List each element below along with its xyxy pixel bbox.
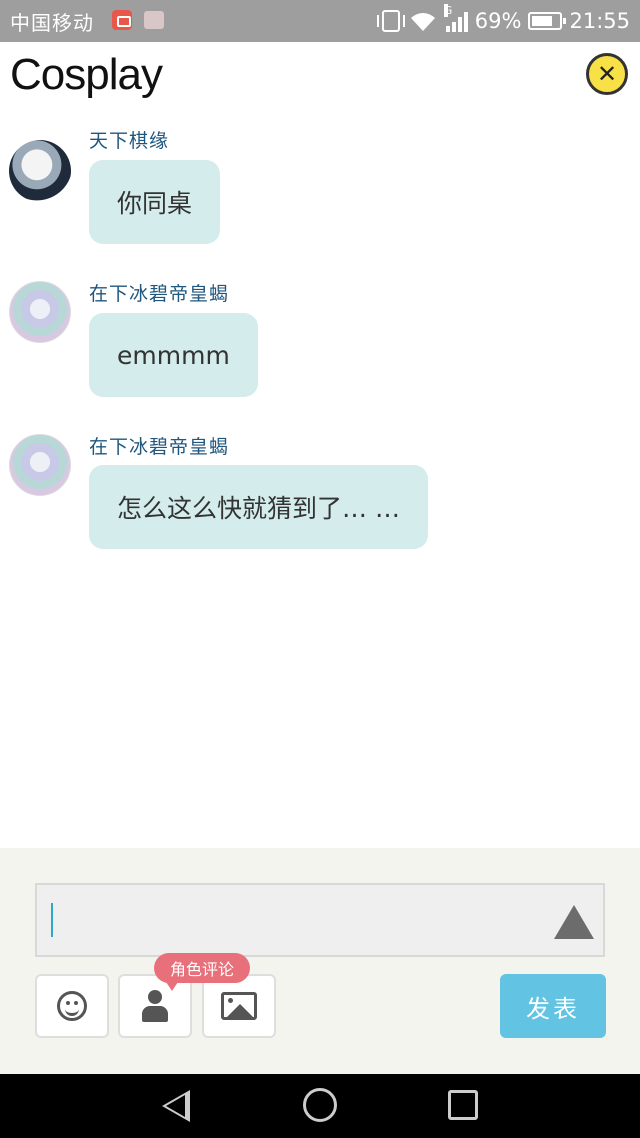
role-comment-button[interactable]	[118, 974, 192, 1038]
home-icon[interactable]	[303, 1088, 337, 1122]
wifi-icon	[410, 13, 435, 31]
sender-name[interactable]: 在下冰碧帝皇蝎	[89, 279, 229, 306]
carrier-label: 中国移动	[10, 11, 94, 35]
message-bubble[interactable]: 怎么这么快就猜到了… …	[89, 465, 428, 549]
signal-icon: G	[443, 4, 468, 32]
sender-name[interactable]: 天下棋缘	[89, 126, 169, 153]
status-indicators: G 69% 21:55	[376, 4, 630, 36]
role-comment-tooltip: 角色评论	[154, 953, 250, 991]
person-icon	[142, 990, 168, 1022]
image-icon	[221, 992, 257, 1020]
status-bar: 中国移动 G 69% 21:55	[0, 0, 640, 42]
message-input[interactable]	[35, 883, 605, 957]
sender-name[interactable]: 在下冰碧帝皇蝎	[89, 432, 229, 459]
chat-area[interactable]: 天下棋缘 你同桌 在下冰碧帝皇蝎 emmmm 在下冰碧帝皇蝎 怎么这么快就猜到了…	[0, 108, 640, 848]
avatar[interactable]	[9, 281, 71, 343]
battery-icon	[528, 12, 567, 30]
emoji-icon	[57, 991, 87, 1021]
image-button[interactable]	[202, 974, 276, 1038]
close-icon: ✕	[596, 60, 618, 88]
expand-icon[interactable]	[554, 905, 594, 939]
message-bubble[interactable]: emmmm	[89, 313, 258, 397]
close-button[interactable]: ✕	[586, 53, 628, 95]
app-header: Cosplay ✕	[0, 42, 640, 108]
send-button[interactable]: 发表	[500, 974, 606, 1038]
navigation-bar	[0, 1074, 640, 1138]
notification-icon	[112, 10, 132, 30]
avatar[interactable]	[9, 434, 71, 496]
back-icon[interactable]	[162, 1090, 190, 1122]
battery-percent: 69%	[474, 9, 522, 33]
message-bubble[interactable]: 你同桌	[89, 160, 221, 244]
composer-panel: 角色评论 发表	[0, 848, 640, 1074]
recent-apps-icon[interactable]	[448, 1090, 478, 1120]
page-title: Cosplay	[10, 50, 163, 99]
vibrate-icon	[376, 10, 405, 32]
network-type: G	[443, 4, 453, 17]
emoji-button[interactable]	[35, 974, 109, 1038]
text-caret	[51, 903, 53, 937]
clock: 21:55	[569, 9, 630, 33]
avatar[interactable]	[9, 140, 71, 202]
notification-icon	[144, 11, 164, 29]
